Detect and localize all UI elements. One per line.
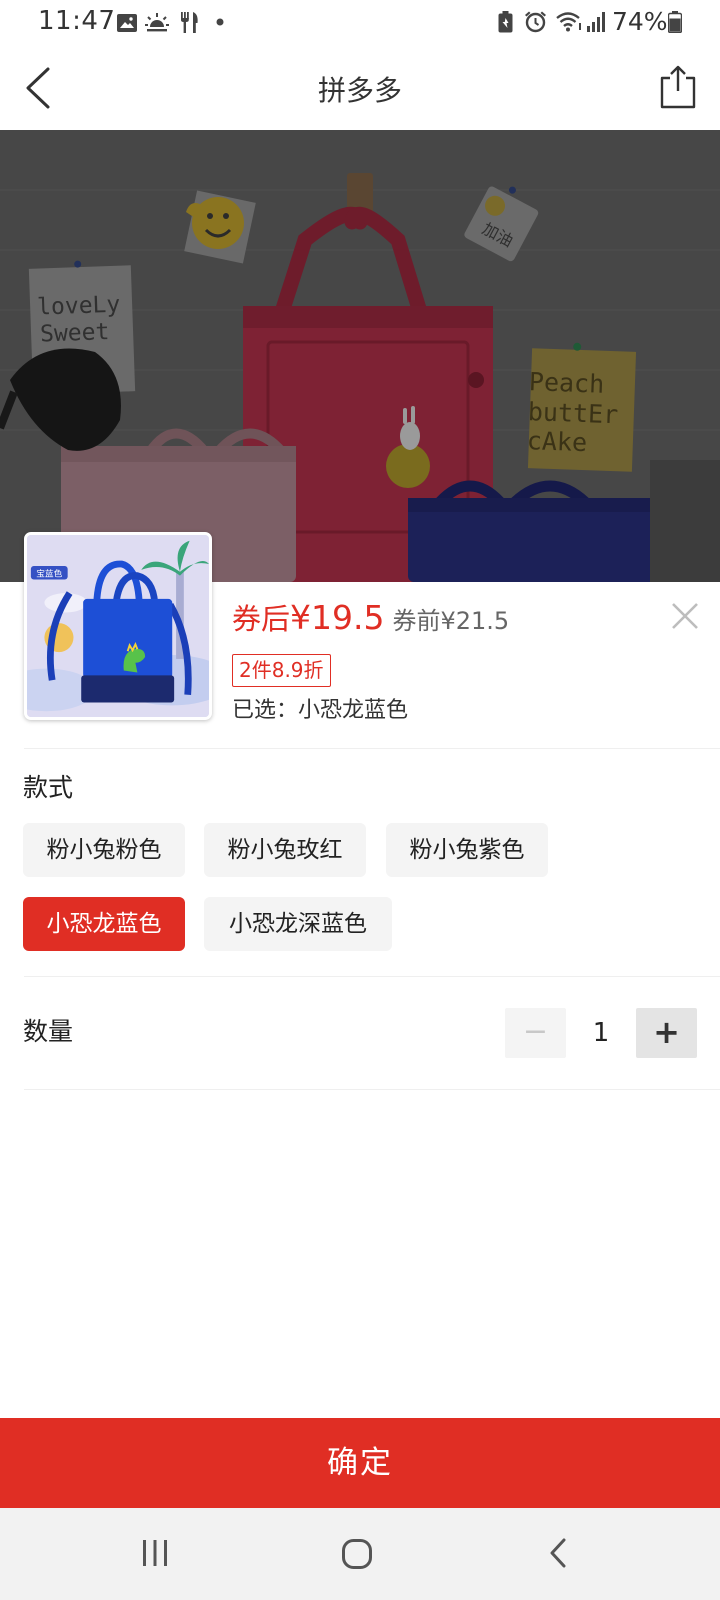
- battery-icon: [668, 11, 682, 33]
- status-bar: 11:47 74%: [0, 0, 720, 45]
- note-right: Peach buttEr cAke: [526, 342, 637, 472]
- quantity-increase-button[interactable]: +: [636, 1008, 697, 1058]
- note-left-line-2: Sweet: [40, 319, 110, 347]
- selected-variant-text: 已选：小恐龙蓝色: [232, 698, 409, 723]
- weather-icon: [145, 13, 169, 32]
- system-navigation-bar: [0, 1508, 720, 1600]
- battery-percent: 74%: [612, 7, 668, 36]
- divider: [24, 1089, 720, 1090]
- price-row: 券后¥19.5 券前¥21.5: [232, 596, 509, 640]
- signal-icon: [587, 12, 605, 32]
- recent-apps-icon[interactable]: [141, 1538, 169, 1568]
- style-option[interactable]: 粉小兔粉色: [23, 823, 185, 877]
- close-icon[interactable]: [670, 601, 700, 631]
- gallery-icon: [117, 14, 137, 32]
- divider: [24, 976, 720, 977]
- smiley-sticker: [184, 190, 256, 264]
- rose-bag-moon: [386, 444, 430, 488]
- style-section-title: 款式: [23, 773, 74, 802]
- page-title: 拼多多: [317, 74, 402, 107]
- photo-edge-object: [650, 460, 720, 582]
- style-option[interactable]: 粉小兔玫红: [204, 823, 366, 877]
- quantity-label: 数量: [23, 1017, 74, 1046]
- note-right-line-2: buttEr: [527, 397, 618, 429]
- bag-bottom: [81, 675, 175, 703]
- thumbnail-tag-text: 宝蓝色: [36, 568, 62, 580]
- home-icon[interactable]: [341, 1538, 373, 1570]
- note-right-line-3: cAke: [526, 426, 587, 457]
- quantity-value[interactable]: 1: [576, 1008, 626, 1058]
- product-photo: loveLy Sweet oMe 加油: [0, 130, 720, 582]
- rose-bag-rabbit: [400, 422, 420, 450]
- battery-saver-icon: [498, 11, 513, 33]
- thumbnail-image: 宝蓝色: [27, 535, 209, 717]
- price-after-label: 券后: [232, 602, 291, 636]
- quantity-decrease-button[interactable]: −: [505, 1008, 566, 1058]
- blue-bag: [408, 480, 663, 582]
- price-after-value: ¥19.5: [290, 598, 385, 637]
- alarm-icon: [525, 11, 546, 33]
- confirm-button[interactable]: 确定: [0, 1418, 720, 1508]
- status-time: 11:47: [38, 6, 116, 36]
- back-icon[interactable]: [548, 1538, 568, 1568]
- style-option[interactable]: 粉小兔紫色: [386, 823, 548, 877]
- product-thumbnail[interactable]: 宝蓝色: [24, 532, 212, 720]
- note-right-line-1: Peach: [528, 367, 604, 399]
- price-before: 券前¥21.5: [392, 607, 510, 635]
- notification-dot-icon: [216, 18, 224, 26]
- navigation-bar: 拼多多: [0, 45, 720, 130]
- share-icon[interactable]: [656, 63, 700, 111]
- wifi-icon: [556, 12, 581, 32]
- fork-knife-icon: [181, 12, 198, 33]
- style-option[interactable]: 小恐龙深蓝色: [204, 897, 392, 951]
- note-left-line-1: loveLy: [37, 292, 121, 321]
- promo-tag: 2件8.9折: [232, 654, 331, 687]
- divider: [24, 748, 720, 749]
- style-option[interactable]: 小恐龙蓝色: [23, 897, 185, 951]
